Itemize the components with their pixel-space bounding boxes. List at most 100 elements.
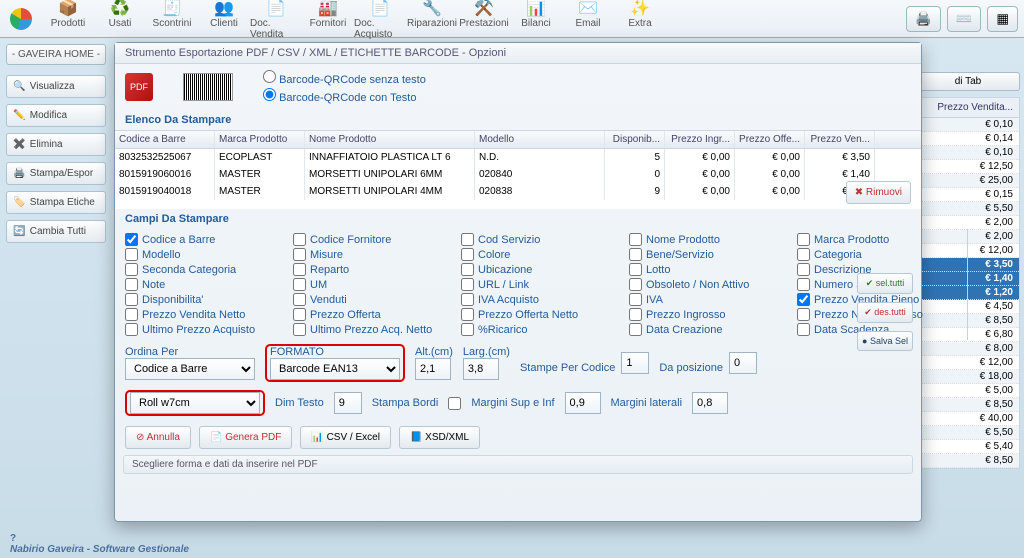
marglat-input[interactable] [692,392,728,414]
field-prezzo-ingrosso[interactable]: Prezzo Ingrosso [629,308,789,321]
price-row[interactable]: € 5,40 [917,440,1019,454]
tab-control[interactable]: di Tab [916,72,1020,91]
table-row[interactable]: 8015919040018MASTERMORSETTI UNIPOLARI 4M… [115,183,921,200]
field-prezzo-offerta-netto[interactable]: Prezzo Offerta Netto [461,308,621,321]
print-button[interactable]: 🖨️ [906,6,941,32]
dim-input[interactable] [334,392,362,414]
field-disponibilita-[interactable]: Disponibilita' [125,293,285,306]
field-venduti[interactable]: Venduti [293,293,453,306]
rimuovi-button[interactable]: ✖ Rimuovi [846,181,911,204]
field-bene-servizio[interactable]: Bene/Servizio [629,248,789,261]
price-row[interactable]: € 0,10 [917,146,1019,160]
field-checkbox[interactable] [797,308,810,321]
price-row[interactable]: € 12,00 [917,356,1019,370]
toolbar-item-5[interactable]: 🏭Fornitori [302,0,354,40]
field-iva-acquisto[interactable]: IVA Acquisto [461,293,621,306]
roll-select[interactable]: Roll w7cm [130,392,260,414]
field-checkbox[interactable] [125,323,138,336]
field-ultimo-prezzo-acq-netto[interactable]: Ultimo Prezzo Acq. Netto [293,323,453,336]
csv-button[interactable]: 📊 CSV / Excel [300,426,391,449]
field-lotto[interactable]: Lotto [629,263,789,276]
field-checkbox[interactable] [293,293,306,306]
margtb-input[interactable] [565,392,601,414]
toolbar-item-7[interactable]: 🔧Riparazioni [406,0,458,40]
side-btn-3[interactable]: 🖨️ Stampa/Espor [6,162,106,185]
field-cod-servizio[interactable]: Cod Servizio [461,233,621,246]
field-misure[interactable]: Misure [293,248,453,261]
keyboard-button[interactable]: ⌨️ [947,6,982,32]
formato-select[interactable]: Barcode EAN13 [270,358,400,380]
field--ricarico[interactable]: %Ricarico [461,323,621,336]
field-marca-prodotto[interactable]: Marca Prodotto [797,233,957,246]
genera-pdf-button[interactable]: 📄 Genera PDF [199,426,292,449]
field-colore[interactable]: Colore [461,248,621,261]
field-reparto[interactable]: Reparto [293,263,453,276]
field-checkbox[interactable] [629,293,642,306]
stampe-input[interactable] [621,352,649,374]
save-selection-button[interactable]: ● Salva Sel [857,331,913,351]
table-row[interactable]: 8015919060016MASTERMORSETTI UNIPOLARI 6M… [115,166,921,183]
table-row[interactable]: 8032532525067ECOPLASTINNAFFIATOIO PLASTI… [115,149,921,166]
field-checkbox[interactable] [461,323,474,336]
field-checkbox[interactable] [461,308,474,321]
field-ultimo-prezzo-acquisto[interactable]: Ultimo Prezzo Acquisto [125,323,285,336]
field-checkbox[interactable] [461,278,474,291]
field-prezzo-vendita-netto[interactable]: Prezzo Vendita Netto [125,308,285,321]
bordi-checkbox[interactable] [448,397,461,410]
radio-with-text[interactable]: Barcode-QRCode con Testo [263,88,426,104]
field-checkbox[interactable] [797,278,810,291]
larg-input[interactable] [463,358,499,380]
toolbar-item-10[interactable]: ✉️Email [562,0,614,40]
field-checkbox[interactable] [797,293,810,306]
field-note[interactable]: Note [125,278,285,291]
toolbar-item-6[interactable]: 📄Doc. Acquisto [354,0,406,40]
field-checkbox[interactable] [797,263,810,276]
field-seconda-categoria[interactable]: Seconda Categoria [125,263,285,276]
fields-scrollbar[interactable] [967,229,968,340]
field-checkbox[interactable] [293,278,306,291]
field-codice-fornitore[interactable]: Codice Fornitore [293,233,453,246]
field-checkbox[interactable] [629,278,642,291]
field-categoria[interactable]: Categoria [797,248,957,261]
price-row[interactable]: € 8,50 [917,398,1019,412]
field-ubicazione[interactable]: Ubicazione [461,263,621,276]
toolbar-item-0[interactable]: 📦Prodotti [42,0,94,40]
price-row[interactable]: € 5,50 [917,202,1019,216]
toolbar-item-9[interactable]: 📊Bilanci [510,0,562,40]
field-checkbox[interactable] [293,308,306,321]
toolbar-item-3[interactable]: 👥Clienti [198,0,250,40]
field-prezzo-offerta[interactable]: Prezzo Offerta [293,308,453,321]
field-checkbox[interactable] [125,248,138,261]
field-data-creazione[interactable]: Data Creazione [629,323,789,336]
field-checkbox[interactable] [629,233,642,246]
field-checkbox[interactable] [125,263,138,276]
field-checkbox[interactable] [461,233,474,246]
select-all-button[interactable]: ✔ sel.tutti [857,273,913,294]
field-checkbox[interactable] [629,308,642,321]
field-nome-prodotto[interactable]: Nome Prodotto [629,233,789,246]
alt-input[interactable] [415,358,451,380]
side-btn-0[interactable]: 🔍 Visualizza [6,75,106,98]
field-codice-a-barre[interactable]: Codice a Barre [125,233,285,246]
field-checkbox[interactable] [461,263,474,276]
price-row[interactable]: € 0,15 [917,188,1019,202]
field-checkbox[interactable] [461,293,474,306]
field-checkbox[interactable] [125,308,138,321]
field-checkbox[interactable] [797,248,810,261]
field-checkbox[interactable] [293,263,306,276]
toolbar-item-4[interactable]: 📄Doc. Vendita [250,0,302,40]
price-row[interactable]: € 12,50 [917,160,1019,174]
toolbar-item-11[interactable]: ✨Extra [614,0,666,40]
field-checkbox[interactable] [293,248,306,261]
price-row[interactable]: € 5,50 [917,426,1019,440]
field-checkbox[interactable] [125,233,138,246]
field-url-link[interactable]: URL / Link [461,278,621,291]
field-checkbox[interactable] [797,233,810,246]
price-row[interactable]: € 2,00 [917,216,1019,230]
field-obsoleto-non-attivo[interactable]: Obsoleto / Non Attivo [629,278,789,291]
toolbar-item-2[interactable]: 🧾Scontrini [146,0,198,40]
field-checkbox[interactable] [629,323,642,336]
field-modello[interactable]: Modello [125,248,285,261]
side-btn-5[interactable]: 🔄 Cambia Tutti [6,220,106,243]
field-checkbox[interactable] [629,248,642,261]
